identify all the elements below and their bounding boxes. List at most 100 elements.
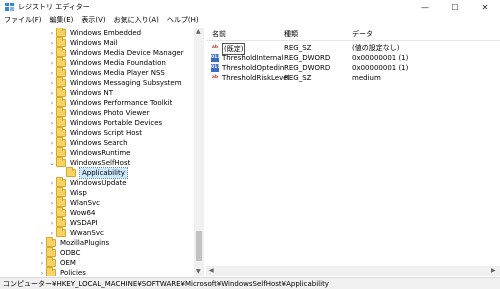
tree-item[interactable]: › Wisp xyxy=(48,187,87,198)
scroll-right-icon[interactable]: ▶ xyxy=(491,267,496,274)
list-header: 名前 種類 データ xyxy=(206,28,500,41)
string-value-icon: ab xyxy=(211,75,219,80)
tree-item-label: Windows Embedded xyxy=(70,29,142,37)
tree-item[interactable]: › Windows Media Device Manager xyxy=(48,47,184,58)
close-icon: ✕ xyxy=(481,2,489,12)
folder-icon xyxy=(56,207,66,217)
tree-item[interactable]: › Policies xyxy=(38,267,86,277)
menu-file[interactable]: ファイル(F) xyxy=(0,14,46,27)
tree-item-label: WindowsUpdate xyxy=(70,179,127,187)
folder-icon xyxy=(56,127,66,137)
column-header-type[interactable]: 種類 xyxy=(284,30,298,39)
expand-icon[interactable]: › xyxy=(48,140,56,147)
expand-icon[interactable]: › xyxy=(48,90,56,97)
folder-icon xyxy=(56,67,66,77)
tree-item-label: OEM xyxy=(60,259,76,267)
tree-item[interactable]: › OEM xyxy=(38,257,76,268)
folder-icon xyxy=(66,167,76,177)
menu-help[interactable]: ヘルプ(H) xyxy=(163,14,203,27)
registry-tree[interactable]: › Windows Embedded › Windows Mail › Windows M… xyxy=(0,28,204,276)
maximize-icon: ☐ xyxy=(451,2,459,12)
tree-item-label: WindowsSelfHost xyxy=(70,159,131,167)
expand-icon[interactable]: › xyxy=(48,230,56,237)
tree-item[interactable]: › ODBC xyxy=(38,247,80,258)
tree-item-label: Windows NT xyxy=(70,89,113,97)
value-row[interactable]: 011 ThresholdInternal REG_DWORD 0x00000001 … xyxy=(206,53,500,63)
expand-icon[interactable]: › xyxy=(38,250,46,257)
menu-view[interactable]: 表示(V) xyxy=(77,14,109,27)
expand-icon[interactable]: › xyxy=(48,70,56,77)
scroll-down-icon[interactable]: ▼ xyxy=(196,268,201,275)
tree-item-label: Windows Photo Viewer xyxy=(70,109,150,117)
tree-item[interactable]: › Windows Photo Viewer xyxy=(48,107,150,118)
tree-item[interactable]: › Windows Media Foundation xyxy=(48,57,166,68)
collapse-icon[interactable]: ⌄ xyxy=(48,160,56,167)
window-title: レジストリ エディター xyxy=(18,3,90,11)
menu-edit[interactable]: 編集(E) xyxy=(46,14,78,27)
value-data: (値の設定なし) xyxy=(352,44,400,52)
expand-icon[interactable]: › xyxy=(48,120,56,127)
list-horizontal-scrollbar[interactable]: ◀ ▶ xyxy=(206,266,500,276)
folder-icon xyxy=(56,97,66,107)
expand-icon[interactable]: › xyxy=(48,50,56,57)
scroll-up-icon[interactable]: ▲ xyxy=(196,28,201,35)
expand-icon[interactable]: › xyxy=(48,210,56,217)
value-row[interactable]: ab (既定) REG_SZ (値の設定なし) xyxy=(206,43,500,55)
value-name: ThresholdInternal xyxy=(222,54,284,62)
tree-item-label: WSDAPI xyxy=(70,219,98,227)
tree-item-label: WlanSvc xyxy=(70,199,101,207)
expand-icon[interactable]: › xyxy=(48,180,56,187)
expand-icon[interactable]: › xyxy=(48,60,56,67)
expand-icon[interactable]: › xyxy=(38,240,46,247)
tree-item[interactable]: › WwanSvc xyxy=(48,227,104,238)
expand-icon[interactable]: › xyxy=(48,150,56,157)
expand-icon[interactable]: › xyxy=(48,40,56,47)
expand-icon[interactable]: › xyxy=(38,260,46,267)
current-key-path: コンピューター¥HKEY_LOCAL_MACHINE¥SOFTWARE¥Micr… xyxy=(3,280,329,288)
value-row[interactable]: 011 ThresholdOptedin REG_DWORD 0x00000001 (… xyxy=(206,63,500,73)
expand-icon[interactable]: › xyxy=(48,190,56,197)
tree-item[interactable]: › Windows Portable Devices xyxy=(48,117,162,128)
tree-item[interactable]: ⌄ WindowsSelfHost xyxy=(48,157,131,168)
column-header-data[interactable]: データ xyxy=(352,30,373,39)
scroll-left-icon[interactable]: ◀ xyxy=(209,267,214,274)
folder-icon xyxy=(56,28,66,37)
value-name: ThresholdRiskLevel xyxy=(222,74,290,82)
minimize-icon: — xyxy=(421,2,429,12)
tree-item-label: Windows Mail xyxy=(70,39,118,47)
tree-item[interactable]: › Windows Performance Toolkit xyxy=(48,97,173,108)
value-type: REG_DWORD xyxy=(284,64,331,72)
tree-item[interactable]: › Windows Messaging Subsystem xyxy=(48,77,182,88)
tree-item[interactable]: Applicability xyxy=(58,167,128,179)
maximize-button[interactable]: ☐ xyxy=(440,0,470,14)
expand-icon[interactable]: › xyxy=(48,80,56,87)
folder-icon xyxy=(56,157,66,167)
tree-vertical-scrollbar[interactable]: ▲ ▼ xyxy=(194,28,204,276)
menu-favorites[interactable]: お気に入り(A) xyxy=(110,14,163,27)
folder-icon xyxy=(56,187,66,197)
folder-icon xyxy=(56,197,66,207)
tree-item-label: Wow64 xyxy=(70,209,96,217)
column-header-name[interactable]: 名前 xyxy=(212,30,226,39)
expand-icon[interactable]: › xyxy=(48,220,56,227)
expand-icon[interactable]: › xyxy=(48,200,56,207)
expand-icon[interactable]: › xyxy=(48,110,56,117)
expand-icon[interactable]: › xyxy=(48,130,56,137)
minimize-button[interactable]: — xyxy=(410,0,440,14)
close-button[interactable]: ✕ xyxy=(470,0,500,14)
expand-icon[interactable]: › xyxy=(38,270,46,277)
scrollbar-thumb[interactable] xyxy=(196,231,202,261)
menu-bar: ファイル(F) 編集(E) 表示(V) お気に入り(A) ヘルプ(H) xyxy=(0,14,500,27)
tree-item[interactable]: › Wow64 xyxy=(48,207,96,218)
value-data: medium xyxy=(352,74,381,82)
value-data: 0x00000001 (1) xyxy=(352,54,409,62)
tree-item[interactable]: › Windows Media Player NSS xyxy=(48,67,165,78)
value-row[interactable]: ab ThresholdRiskLevel REG_SZ medium xyxy=(206,73,500,83)
expand-icon[interactable]: › xyxy=(48,30,56,37)
expand-icon[interactable]: › xyxy=(48,100,56,107)
dword-value-icon: 011 xyxy=(211,54,221,62)
tree-item-label: Wisp xyxy=(70,189,87,197)
tree-item-label: Windows Performance Toolkit xyxy=(70,99,173,107)
value-list[interactable]: 名前 種類 データ ab (既定) REG_SZ (値の設定なし) 011 Thresho… xyxy=(206,28,500,276)
tree-item-label: Windows Media Player NSS xyxy=(70,69,165,77)
